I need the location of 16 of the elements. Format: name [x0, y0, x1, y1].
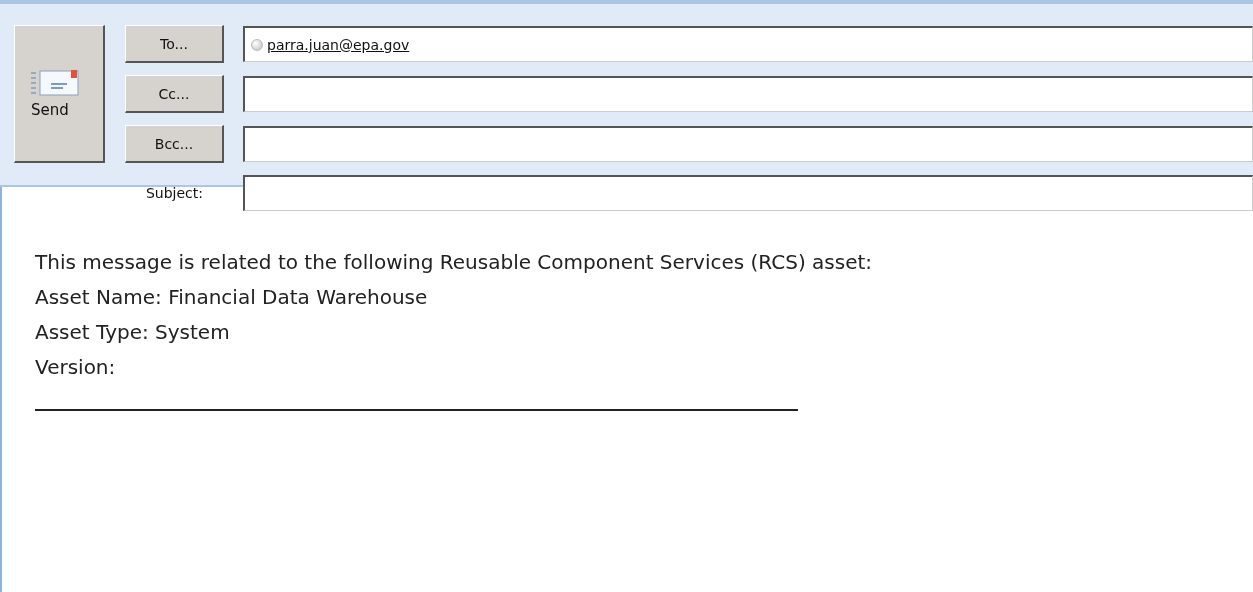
address-button[interactable]: Cc... [125, 75, 224, 113]
body-text: Version: [35, 354, 117, 381]
address-field[interactable] [243, 126, 1253, 162]
subject-label: Subject: [144, 185, 205, 201]
body-text: This message is related to the following Reusable Component Services (RCS) asset: [35, 249, 874, 276]
subject-field[interactable] [243, 175, 1253, 211]
send-button[interactable]: Send [14, 25, 105, 163]
address-field[interactable]: parra.juan@epa.gov [243, 26, 1253, 62]
recipient-link[interactable]: parra.juan@epa.gov [267, 36, 410, 53]
body-text: Asset Type: System [35, 319, 231, 346]
address-button[interactable]: To... [125, 25, 224, 63]
envelope-icon [31, 68, 81, 97]
address-field[interactable] [243, 76, 1253, 112]
body-text: Asset Name: Financial Data Warehouse [35, 284, 429, 311]
address-button[interactable]: Bcc... [125, 125, 224, 163]
status-icon [251, 38, 263, 51]
